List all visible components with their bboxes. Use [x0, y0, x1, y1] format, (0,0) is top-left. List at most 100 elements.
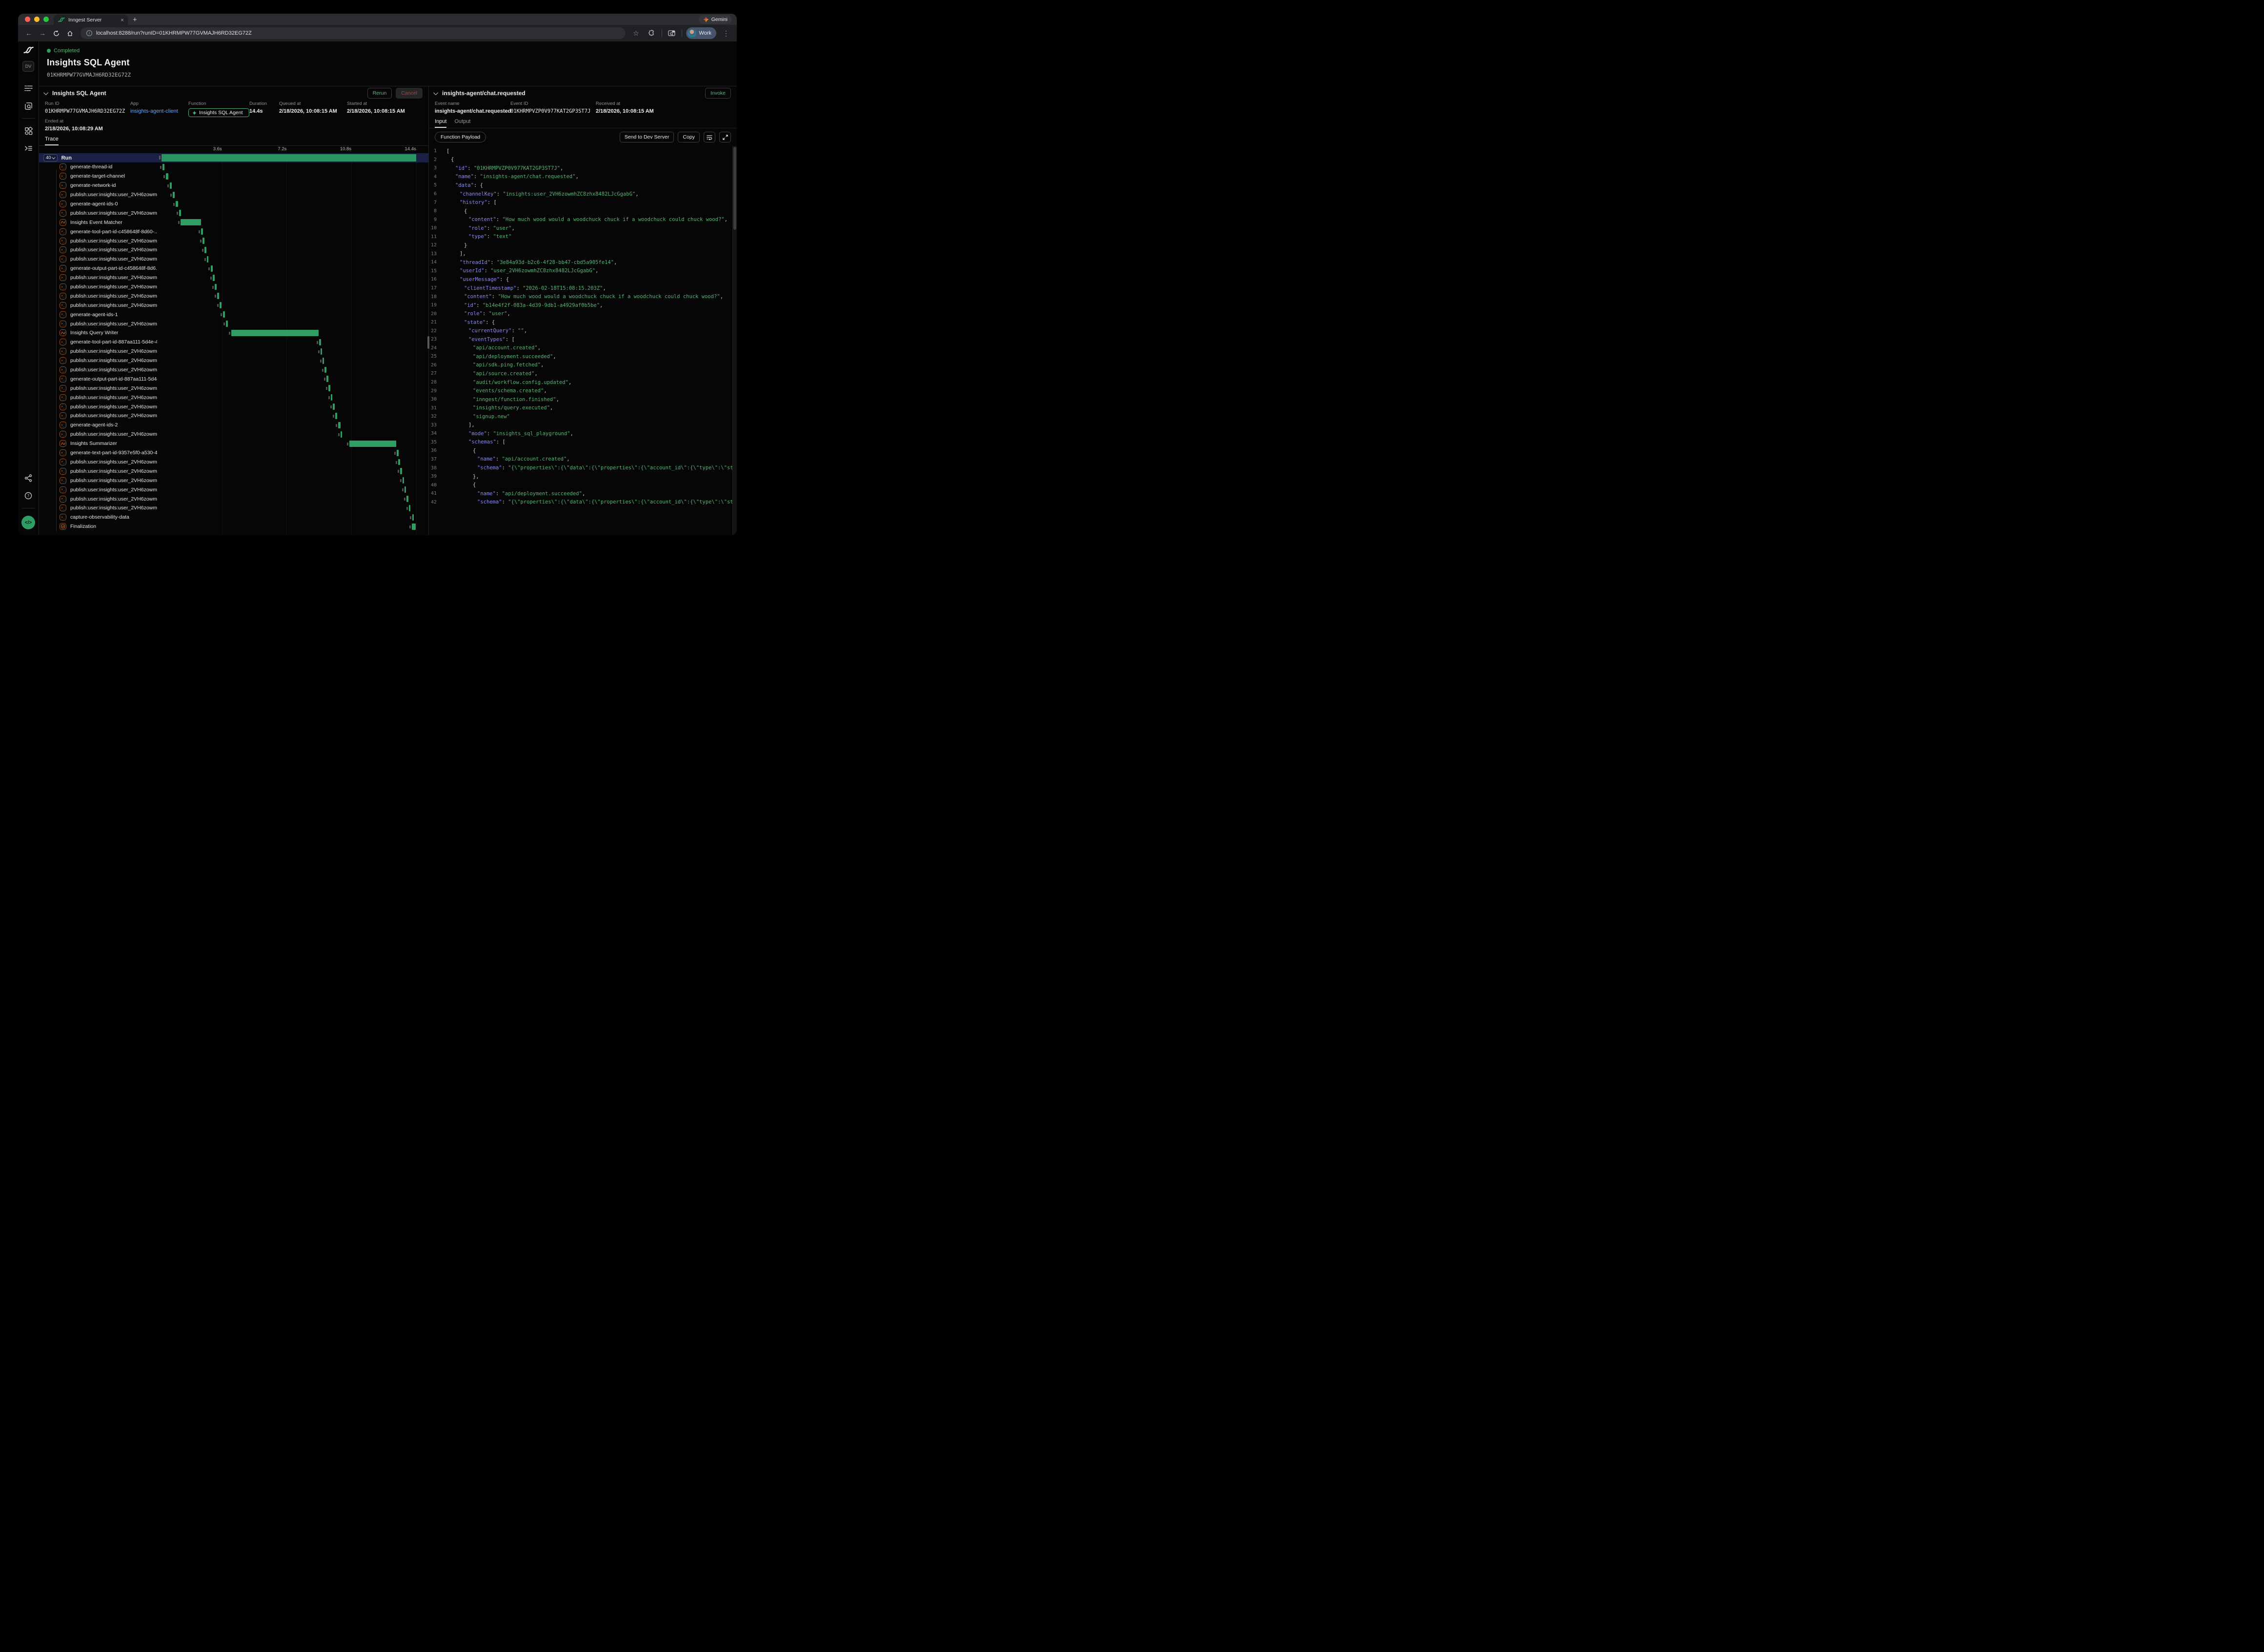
site-info-icon[interactable]: i	[86, 30, 92, 36]
span-bar[interactable]	[403, 477, 404, 484]
span-bar[interactable]	[226, 321, 228, 327]
span-bar[interactable]	[213, 275, 215, 281]
cancel-button[interactable]: Cancel	[396, 88, 423, 99]
span-bar[interactable]	[181, 219, 201, 225]
span-bar[interactable]	[220, 302, 222, 308]
trace-row[interactable]: >_publish:user:insights:user_2VH6zowmh..…	[39, 365, 428, 375]
span-bar[interactable]	[166, 173, 168, 180]
copy-button[interactable]: Copy	[678, 132, 700, 142]
chevron-down-icon[interactable]	[433, 90, 438, 95]
span-bar[interactable]	[215, 284, 217, 290]
trace-row[interactable]: >_generate-agent-ids-1	[39, 310, 428, 319]
trace-row[interactable]: Insights Summarizer	[39, 439, 428, 448]
trace-row[interactable]: >_publish:user:insights:user_2VH6zowmh..…	[39, 485, 428, 494]
trace-row[interactable]: Insights Query Writer	[39, 328, 428, 338]
span-bar[interactable]	[349, 441, 396, 447]
url-bar[interactable]: i localhost:8288/run?runID=01KHRMPW77GVM…	[81, 27, 626, 39]
trace-row[interactable]: >_publish:user:insights:user_2VH6zowmh..…	[39, 466, 428, 476]
span-bar[interactable]	[412, 514, 414, 521]
trace-row[interactable]: >_generate-output-part-id-887aa111-5d4e.…	[39, 374, 428, 383]
span-bar[interactable]	[406, 496, 408, 502]
chevron-down-icon[interactable]	[43, 90, 48, 95]
span-bar[interactable]	[333, 403, 335, 410]
span-bar[interactable]	[207, 256, 209, 262]
trace-row[interactable]: >_publish:user:insights:user_2VH6zowmh..…	[39, 208, 428, 218]
sidebar-item-events[interactable]	[22, 100, 35, 112]
trace-row[interactable]: >_publish:user:insights:user_2VH6zowmh..…	[39, 504, 428, 513]
zoom-window-button[interactable]	[43, 17, 49, 22]
trace-row[interactable]: >_capture-observability-data	[39, 513, 428, 522]
trace-row[interactable]: >_publish:user:insights:user_2VH6zowmh..…	[39, 476, 428, 485]
bookmark-star-icon[interactable]: ☆	[630, 27, 642, 39]
code-scrollbar-thumb[interactable]	[733, 147, 736, 230]
span-bar[interactable]	[204, 247, 206, 253]
tab-close-icon[interactable]: ×	[121, 17, 124, 23]
minimize-window-button[interactable]	[34, 17, 40, 22]
run-row[interactable]: 40 Run	[39, 153, 428, 162]
trace-row[interactable]: >_generate-text-part-id-9357e5f0-a530-4.…	[39, 448, 428, 458]
trace-row[interactable]: >_generate-tool-part-id-c458648f-8d60-..…	[39, 227, 428, 236]
span-bar[interactable]	[404, 486, 406, 493]
trace-row[interactable]: >_publish:user:insights:user_2VH6zowmh..…	[39, 411, 428, 421]
trace-row[interactable]: >_publish:user:insights:user_2VH6zowmh..…	[39, 319, 428, 328]
span-bar[interactable]	[202, 238, 204, 244]
span-bar[interactable]	[321, 348, 323, 355]
tab-trace[interactable]: Trace	[45, 136, 59, 145]
app-link[interactable]: insights-agent-client	[130, 108, 188, 114]
span-bar[interactable]	[335, 413, 337, 419]
help-icon[interactable]: ?	[22, 489, 35, 502]
span-bar[interactable]	[409, 505, 411, 511]
span-bar[interactable]	[328, 385, 330, 391]
trace-row[interactable]: >_generate-agent-ids-2	[39, 421, 428, 430]
step-count-dropdown[interactable]: 40	[43, 154, 58, 161]
trace-row[interactable]: >_publish:user:insights:user_2VH6zowmh..…	[39, 393, 428, 402]
trace-row[interactable]: >_publish:user:insights:user_2VH6zowmh..…	[39, 291, 428, 301]
span-bar[interactable]	[323, 358, 324, 364]
span-bar[interactable]	[397, 450, 399, 456]
function-pill[interactable]: Insights SQL Agent	[188, 108, 249, 117]
span-bar[interactable]	[319, 339, 321, 345]
new-tab-button[interactable]: +	[133, 16, 137, 23]
forward-icon[interactable]: →	[37, 27, 48, 39]
trace-row[interactable]: >_publish:user:insights:user_2VH6zowmh..…	[39, 282, 428, 292]
trace-row[interactable]: >_publish:user:insights:user_2VH6zowmh..…	[39, 245, 428, 255]
trace-row[interactable]: >_publish:user:insights:user_2VH6zowmh..…	[39, 430, 428, 439]
trace-row[interactable]: >_publish:user:insights:user_2VH6zowmh..…	[39, 301, 428, 310]
span-bar[interactable]	[223, 311, 225, 318]
trace-row[interactable]: >_publish:user:insights:user_2VH6zowmh..…	[39, 402, 428, 411]
trace-row[interactable]: >_generate-output-part-id-c458648f-8d6..…	[39, 264, 428, 273]
invoke-button[interactable]: Invoke	[705, 88, 731, 99]
sidebar-item-dev-server[interactable]	[22, 142, 35, 155]
trace-row[interactable]: >_publish:user:insights:user_2VH6zowmh..…	[39, 273, 428, 282]
trace-row[interactable]: >_generate-thread-id	[39, 162, 428, 172]
trace-row[interactable]: >_publish:user:insights:user_2VH6zowmh..…	[39, 255, 428, 264]
home-icon[interactable]	[64, 27, 76, 39]
profile-button[interactable]: Work	[686, 27, 716, 39]
reading-mode-icon[interactable]	[666, 27, 678, 39]
trace-row[interactable]: >_publish:user:insights:user_2VH6zowmh..…	[39, 383, 428, 393]
expand-icon[interactable]	[719, 132, 731, 142]
span-bar[interactable]	[173, 192, 175, 198]
span-bar[interactable]	[176, 201, 178, 207]
workspace-badge[interactable]: DV	[22, 61, 34, 72]
trace-row[interactable]: >_publish:user:insights:user_2VH6zowmh..…	[39, 236, 428, 245]
trace-row[interactable]: >_publish:user:insights:user_2VH6zowmh..…	[39, 356, 428, 365]
span-bar[interactable]	[400, 468, 402, 474]
tab-input[interactable]: Input	[435, 119, 446, 128]
span-bar[interactable]	[331, 394, 333, 401]
span-bar[interactable]	[217, 293, 219, 299]
sidebar-item-apps[interactable]	[22, 124, 35, 137]
window-controls[interactable]	[18, 14, 54, 25]
span-bar[interactable]	[231, 330, 319, 336]
share-icon[interactable]	[22, 472, 35, 484]
span-bar[interactable]	[341, 431, 343, 438]
span-bar[interactable]	[201, 228, 203, 235]
span-bar[interactable]	[170, 182, 172, 189]
extensions-icon[interactable]	[646, 27, 658, 39]
span-bar[interactable]	[412, 524, 416, 530]
close-window-button[interactable]	[25, 17, 30, 22]
browser-tab[interactable]: Inngest Server ×	[54, 15, 128, 25]
trace-row[interactable]: >_publish:user:insights:user_2VH6zowmh..…	[39, 458, 428, 467]
rerun-button[interactable]: Rerun	[367, 88, 392, 99]
reload-icon[interactable]	[50, 27, 62, 39]
